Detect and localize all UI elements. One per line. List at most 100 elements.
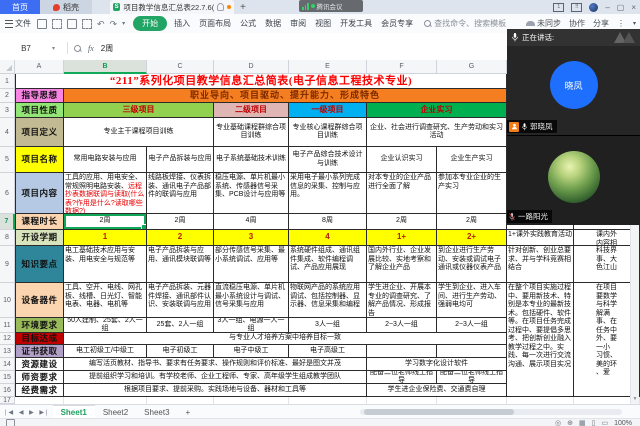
- cell-B5[interactable]: 常用电路安装与应用: [64, 147, 147, 173]
- cell-C5[interactable]: 电子产品拆装与应用: [147, 147, 214, 173]
- row-label-8[interactable]: 开设学期: [15, 230, 64, 246]
- cell-title[interactable]: “211”系列化项目教学信息汇总简表(电子信息工程技术专业): [15, 74, 507, 89]
- collapse-icon[interactable]: ▾: [633, 20, 636, 27]
- participant-tile-2[interactable]: 一路阳光: [507, 135, 640, 225]
- row-header-17[interactable]: 17: [0, 397, 15, 404]
- insert-function-icon[interactable]: fx: [88, 44, 94, 53]
- col-header-D[interactable]: D: [214, 60, 289, 74]
- cell-H17[interactable]: [507, 397, 574, 404]
- name-box-dropdown-icon[interactable]: ▾: [52, 45, 55, 52]
- row-header-8[interactable]: 8: [0, 230, 15, 246]
- tab-developer[interactable]: 开发工具: [340, 18, 372, 29]
- participant-tile-1[interactable]: 晓凤 郭晓凤: [507, 46, 640, 135]
- cell-C7[interactable]: 2周: [147, 214, 214, 230]
- minimize-button[interactable]: –: [605, 3, 609, 12]
- print-icon[interactable]: [67, 19, 77, 29]
- col-header-E[interactable]: E: [289, 60, 367, 74]
- cell-F6[interactable]: 对本专业的企业产品进行全面了解: [367, 173, 437, 214]
- select-all-corner[interactable]: [0, 60, 15, 74]
- cell-E10[interactable]: 物联网产品的系统应用调试、包括控制器、显示器、信息采集和编程: [289, 283, 367, 318]
- row-header-7[interactable]: 7: [0, 214, 15, 230]
- row-header-12[interactable]: 12: [0, 333, 15, 345]
- restore-button[interactable]: ▢: [617, 3, 625, 12]
- cell-B9[interactable]: 电工基础技术应用与安装、用电安全与规范等: [64, 246, 147, 283]
- cell-E7[interactable]: 8周: [289, 214, 367, 230]
- row-header-16[interactable]: 16: [0, 384, 15, 397]
- horizontal-scrollbar[interactable]: [360, 409, 622, 415]
- meeting-header[interactable]: 正在讲话:: [507, 29, 640, 46]
- cell-F13[interactable]: [367, 345, 437, 358]
- cell-H9[interactable]: 针对创新、创业总要求、并与学科竞赛相结合: [507, 246, 574, 283]
- row-label-3[interactable]: 项目性质: [15, 103, 64, 118]
- row-header-14[interactable]: 14: [0, 358, 15, 371]
- more-icon[interactable]: ⋮: [617, 19, 625, 28]
- tab-docer[interactable]: 稻壳: [40, 0, 92, 14]
- cell-C9[interactable]: 电子产品拆装与应用、通讯模块联调等: [147, 246, 214, 283]
- cell-E9[interactable]: 系统硬件组成、通讯组件集成、软件编程调试、产品应用展现: [289, 246, 367, 283]
- sheet-nav-arrows[interactable]: |◀ ◀ ▶ ▶|: [5, 409, 50, 416]
- collaborate-button[interactable]: 协作: [569, 18, 585, 29]
- layout-view-icon[interactable]: 1: [553, 3, 564, 12]
- cell-F14-G14[interactable]: 学习数字化设计软件: [367, 358, 507, 371]
- close-button[interactable]: ×: [631, 3, 636, 12]
- cell-D5[interactable]: 电子系统基础技术训练: [214, 147, 289, 173]
- cell-D6[interactable]: 稳压电源、单片机最小系统、传感器信号采集、PCB设计与应用等: [214, 173, 289, 214]
- cell-F11[interactable]: 2~3人一组: [367, 318, 437, 333]
- row-label-9[interactable]: 知识要点: [15, 246, 64, 283]
- preview-icon[interactable]: [82, 19, 92, 29]
- row-label-14[interactable]: 资源建设: [15, 358, 64, 371]
- col-header-G[interactable]: G: [437, 60, 507, 74]
- name-box[interactable]: B7: [0, 44, 52, 53]
- save-icon[interactable]: [37, 19, 47, 29]
- cell-F17[interactable]: [367, 397, 437, 404]
- cell-G5[interactable]: 企业生产实习: [437, 147, 507, 173]
- row-label-4[interactable]: 项目定义: [15, 118, 64, 147]
- sheet-tab-1[interactable]: Sheet1: [53, 405, 95, 419]
- cell-H10-H16[interactable]: 在整个项目实施过程中、要用新技术、特别是本专业的最新技术。包括硬件、软件等。在项…: [507, 283, 574, 397]
- zoom-level[interactable]: 100%: [614, 420, 632, 426]
- scroll-down-icon[interactable]: ▼: [632, 396, 638, 402]
- row-label-12[interactable]: 目标达成: [15, 333, 64, 345]
- row-label-11[interactable]: 环境要求: [15, 318, 64, 333]
- row-header-9[interactable]: 9: [0, 246, 15, 283]
- cell-G11[interactable]: 2~3人一组: [437, 318, 507, 333]
- cell-B2-G2[interactable]: 职业导向、项目驱动、提升能力、形成特色: [64, 89, 507, 103]
- cell-B10[interactable]: 工具、空开、电线、网孔板、线槽、日光灯、智能电表、电器、电机等: [64, 283, 147, 318]
- cell-F4-G4[interactable]: 企业、社会进行调查研究、生产劳动和实习活动: [367, 118, 507, 147]
- row-label-7[interactable]: 课程时长: [15, 214, 64, 230]
- cell-E13[interactable]: 电子高级工: [289, 345, 367, 358]
- sheet-tab-2[interactable]: Sheet2: [95, 406, 136, 419]
- page-layout-view-icon[interactable]: ▯: [592, 419, 596, 426]
- cell-F3-G3[interactable]: 企业实习: [367, 103, 507, 118]
- col-header-F[interactable]: F: [367, 60, 437, 74]
- cell-G17[interactable]: [437, 397, 507, 404]
- col-header-C[interactable]: C: [147, 60, 214, 74]
- cell-C8[interactable]: 2: [147, 230, 214, 246]
- task-pane-icon[interactable]: [6, 419, 15, 426]
- row-label-6[interactable]: 项目内容: [15, 173, 64, 214]
- undo-icon[interactable]: ↶: [97, 20, 105, 28]
- cell-F9[interactable]: 国内外行业、企业发展比较、实地考察和了解企业产品: [367, 246, 437, 283]
- cell-D4[interactable]: 专业基础课程群综合项目训练: [214, 118, 289, 147]
- row-header-10[interactable]: 10: [0, 283, 15, 318]
- cell-B7-selected[interactable]: 2周: [64, 214, 147, 230]
- tab-data[interactable]: 数据: [265, 18, 281, 29]
- row-label-16[interactable]: 经费需求: [15, 384, 64, 397]
- row-header-15[interactable]: 15: [0, 371, 15, 384]
- cell-C10[interactable]: 电子产品拆装、元器件焊接、通讯部件认识、安装联调与应用: [147, 283, 214, 318]
- cell-D11[interactable]: 3人一组、电源一人一组: [214, 318, 289, 333]
- cell-B14-E14[interactable]: 编写活页教材、指导书、要求有任务要求、操作规则和评价标准、最好是图文并茂: [64, 358, 367, 371]
- row-label-13[interactable]: 证书获取: [15, 345, 64, 358]
- cell-C17[interactable]: [147, 397, 214, 404]
- new-tab-button[interactable]: +: [240, 2, 246, 13]
- tab-page-layout[interactable]: 页面布局: [199, 18, 231, 29]
- row-label-5[interactable]: 项目名称: [15, 147, 64, 173]
- cell-C13[interactable]: 电子初级工: [147, 345, 214, 358]
- cell-G7[interactable]: 2周: [437, 214, 507, 230]
- command-search[interactable]: 查找命令、搜索模板: [424, 18, 506, 29]
- tab-document[interactable]: S 项目教学信息汇总表22.7.6(改: [110, 0, 234, 14]
- cell-E6[interactable]: 采用电子最小系列完成信息的采集、控制与应用。: [289, 173, 367, 214]
- cell-B16-E16[interactable]: 根据项目要求、提前采购。实践场地与设备、器材和工具等: [64, 384, 367, 397]
- cell-E17[interactable]: [289, 397, 367, 404]
- normal-view-icon[interactable]: ▦: [579, 419, 586, 426]
